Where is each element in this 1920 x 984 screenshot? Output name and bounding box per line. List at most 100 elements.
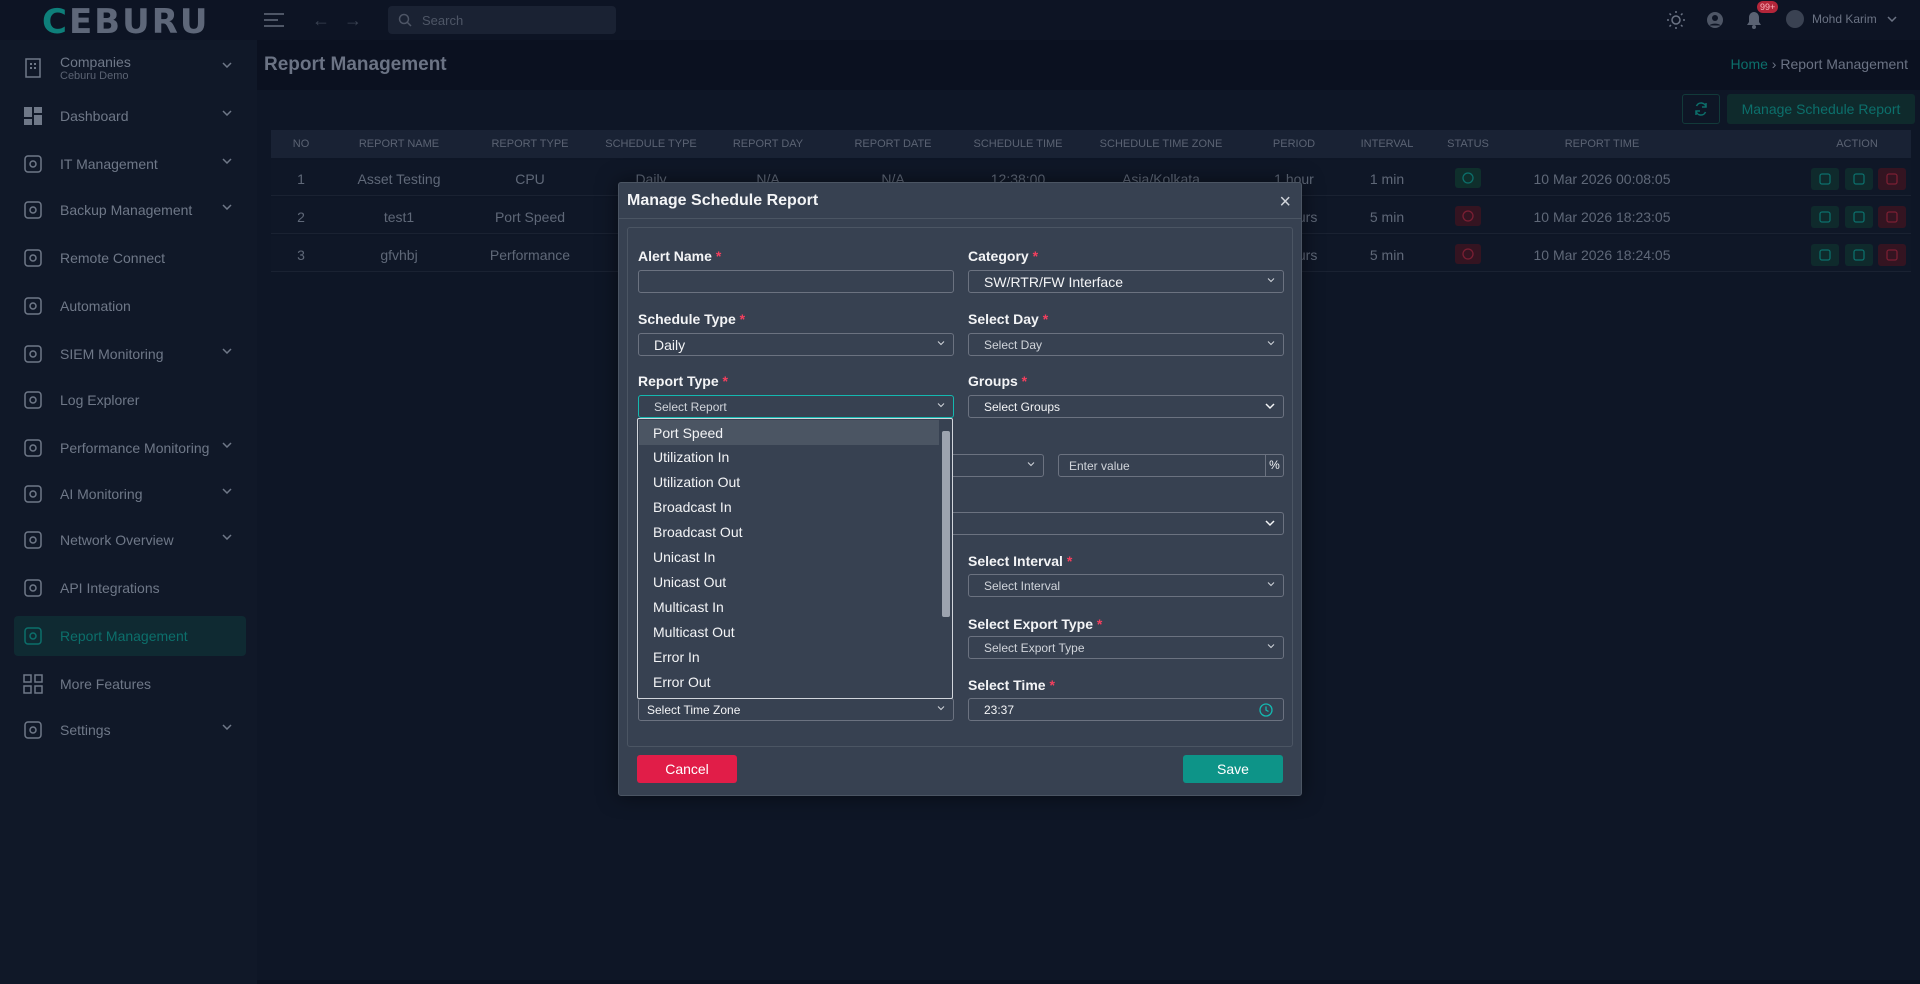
- sidebar-item-automation[interactable]: Automation: [14, 286, 246, 326]
- sidebar-item-performance-monitoring[interactable]: Performance Monitoring: [14, 428, 246, 468]
- select-day-select[interactable]: Select Day: [968, 333, 1284, 356]
- sidebar-item-label: Dashboard: [60, 108, 129, 124]
- delete-icon[interactable]: [1878, 168, 1906, 190]
- report-type-option[interactable]: Error Out: [639, 669, 939, 694]
- back-arrow-icon[interactable]: ←: [312, 10, 330, 31]
- groups-label: Groups *: [968, 373, 1028, 389]
- sidebar-item-label: Performance Monitoring: [60, 440, 210, 456]
- schedule-type-select[interactable]: Daily: [638, 333, 954, 356]
- alert-name-input[interactable]: [638, 270, 954, 293]
- report-type-option[interactable]: Unicast In: [639, 545, 939, 570]
- column-header[interactable]: ACTION: [1836, 138, 1878, 150]
- status-error-icon: [1455, 244, 1481, 264]
- edit-icon[interactable]: [1845, 168, 1873, 190]
- search-icon: [398, 13, 412, 27]
- close-icon[interactable]: ×: [1279, 191, 1291, 214]
- sidebar-item-remote-connect[interactable]: Remote Connect: [14, 238, 246, 278]
- view-icon[interactable]: [1811, 168, 1839, 190]
- sidebar-item-ai-monitoring[interactable]: AI Monitoring: [14, 474, 246, 514]
- table-cell-report-time: 10 Mar 2026 18:24:05: [1533, 247, 1671, 263]
- manage-schedule-report-button[interactable]: Manage Schedule Report: [1727, 94, 1915, 124]
- column-header[interactable]: PERIOD: [1273, 138, 1315, 150]
- category-select[interactable]: SW/RTR/FW Interface: [968, 270, 1284, 293]
- sidebar-item-log-explorer[interactable]: Log Explorer: [14, 380, 246, 420]
- table-cell-report-time: 10 Mar 2026 00:08:05: [1533, 171, 1671, 187]
- table-cell-name: gfvhbj: [380, 247, 418, 263]
- breadcrumb-current: Report Management: [1780, 56, 1908, 72]
- report-type-select[interactable]: Select Report: [638, 395, 954, 418]
- dropdown-scroll-thumb[interactable]: [942, 431, 950, 617]
- chevron-down-icon: [222, 158, 232, 164]
- grid-icon: [22, 673, 44, 695]
- refresh-button[interactable]: [1682, 94, 1720, 124]
- menu-icon[interactable]: [264, 12, 284, 28]
- search-input[interactable]: Search: [388, 6, 616, 34]
- column-header[interactable]: SCHEDULE TYPE: [605, 138, 697, 150]
- edit-icon[interactable]: [1845, 244, 1873, 266]
- profile-circle-icon[interactable]: [1705, 10, 1725, 30]
- sidebar-item-siem-monitoring[interactable]: SIEM Monitoring: [14, 334, 246, 374]
- column-header[interactable]: REPORT DAY: [733, 138, 803, 150]
- report-type-option[interactable]: Broadcast In: [639, 495, 939, 520]
- column-header[interactable]: SCHEDULE TIME ZONE: [1100, 138, 1223, 150]
- table-header: NO REPORT NAME REPORT TYPE SCHEDULE TYPE REP…: [271, 130, 1911, 158]
- sidebar-item-dashboard[interactable]: Dashboard: [14, 96, 246, 136]
- edit-icon[interactable]: [1845, 206, 1873, 228]
- sidebar-item-it-management[interactable]: IT Management: [14, 144, 246, 184]
- threshold-value-input[interactable]: Enter value %: [1058, 454, 1284, 477]
- sun-icon[interactable]: [1666, 10, 1686, 30]
- report-type-label: Report Type *: [638, 373, 728, 389]
- select-interval-select[interactable]: Select Interval: [968, 574, 1284, 597]
- sidebar-item-companies[interactable]: Companies Ceburu Demo: [14, 48, 246, 88]
- schedule-type-label: Schedule Type *: [638, 311, 746, 327]
- sidebar-item-more-features[interactable]: More Features: [14, 664, 246, 704]
- ceburu-logo[interactable]: CEBURU: [42, 2, 210, 42]
- table-cell-interval: 5 min: [1369, 209, 1405, 225]
- time-zone-select[interactable]: Select Time Zone: [638, 698, 954, 721]
- report-type-option[interactable]: Utilization In: [639, 445, 939, 470]
- sidebar-item-backup-management[interactable]: Backup Management: [14, 190, 246, 230]
- report-type-option[interactable]: Error In: [639, 644, 939, 669]
- report-type-option[interactable]: Unicast Out: [639, 569, 939, 594]
- save-button[interactable]: Save: [1183, 755, 1283, 783]
- sidebar-item-sublabel: Ceburu Demo: [60, 70, 129, 82]
- page-title: Report Management: [264, 54, 447, 75]
- delete-icon[interactable]: [1878, 206, 1906, 228]
- dropdown-scrollbar[interactable]: [942, 423, 950, 688]
- column-header[interactable]: SCHEDULE TIME: [973, 138, 1062, 150]
- remote-icon: [22, 247, 44, 269]
- select-time-label: Select Time *: [968, 677, 1055, 693]
- chevron-down-icon: [1265, 403, 1275, 410]
- column-header[interactable]: NO: [293, 138, 310, 150]
- select-time-input[interactable]: 23:37: [968, 698, 1284, 721]
- view-icon[interactable]: [1811, 244, 1839, 266]
- modal-title: Manage Schedule Report: [627, 191, 819, 209]
- column-header[interactable]: REPORT DATE: [854, 138, 931, 150]
- delete-icon[interactable]: [1878, 244, 1906, 266]
- cancel-button[interactable]: Cancel: [637, 755, 737, 783]
- column-header[interactable]: REPORT TIME: [1565, 138, 1640, 150]
- report-type-option[interactable]: Broadcast Out: [639, 520, 939, 545]
- view-icon[interactable]: [1811, 206, 1839, 228]
- sidebar-item-report-management[interactable]: Report Management: [14, 616, 246, 656]
- user-menu[interactable]: Mohd Karim: [1786, 10, 1897, 28]
- report-type-option[interactable]: Multicast In: [639, 594, 939, 619]
- breadcrumb: Home › Report Management: [1731, 56, 1908, 72]
- breadcrumb-home[interactable]: Home: [1731, 56, 1768, 72]
- sidebar-item-settings[interactable]: Settings: [14, 710, 246, 750]
- export-type-select[interactable]: Select Export Type: [968, 636, 1284, 659]
- column-header[interactable]: STATUS: [1447, 138, 1489, 150]
- report-type-option[interactable]: Port Speed: [639, 420, 939, 445]
- sidebar-item-network-overview[interactable]: Network Overview: [14, 520, 246, 560]
- sidebar-item-api-integrations[interactable]: API Integrations: [14, 568, 246, 608]
- column-header[interactable]: REPORT NAME: [359, 138, 439, 150]
- forward-arrow-icon[interactable]: →: [344, 10, 362, 31]
- report-type-option[interactable]: Utilization Out: [639, 470, 939, 495]
- groups-select[interactable]: Select Groups: [968, 395, 1284, 418]
- column-header[interactable]: REPORT TYPE: [491, 138, 568, 150]
- clock-icon[interactable]: [1259, 703, 1273, 717]
- table-cell-name: test1: [383, 209, 415, 225]
- report-type-option[interactable]: Multicast Out: [639, 619, 939, 644]
- column-header[interactable]: INTERVAL: [1361, 138, 1414, 150]
- bell-icon[interactable]: [1744, 10, 1764, 30]
